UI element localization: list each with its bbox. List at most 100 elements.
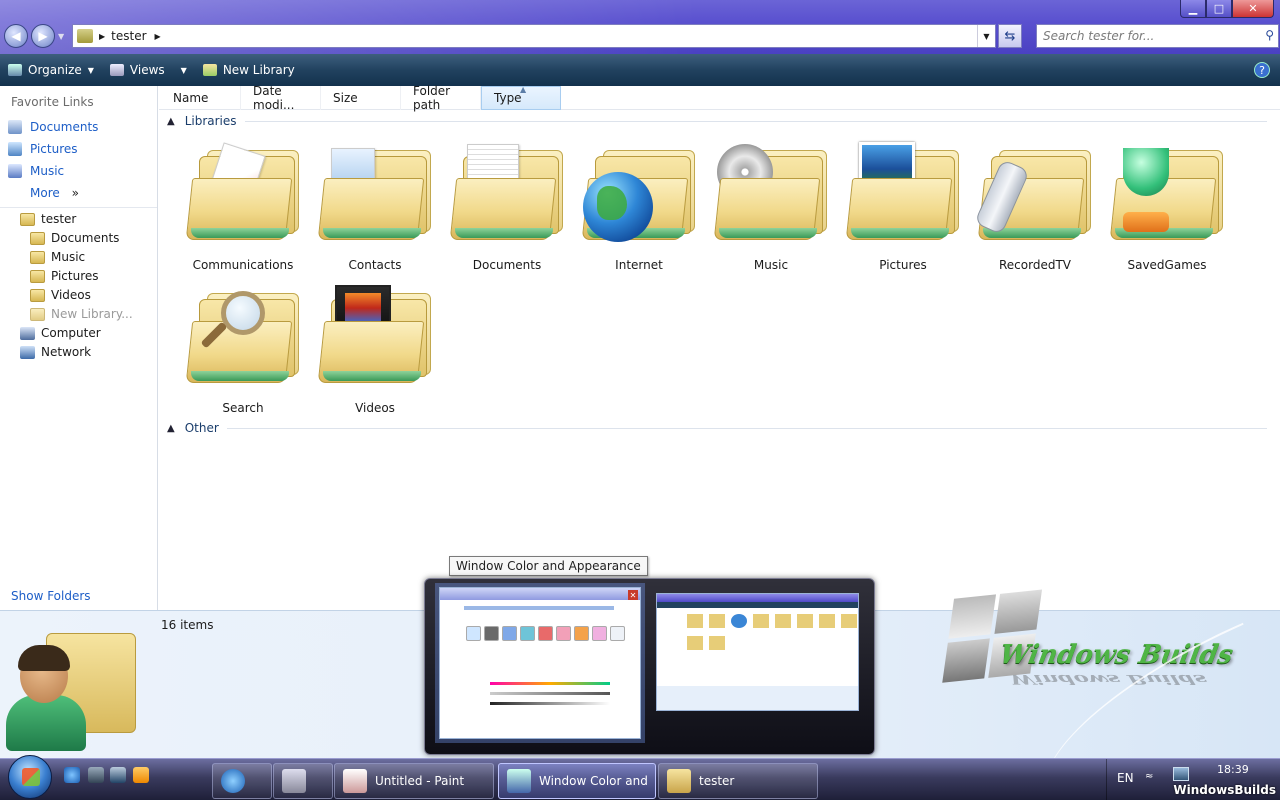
forward-button[interactable]: ▶ (31, 24, 55, 48)
start-button[interactable] (8, 755, 52, 799)
collapse-chevron-icon: ▲ (167, 422, 175, 434)
tree-item-videos[interactable]: Videos (30, 286, 91, 304)
switch-windows-icon[interactable] (110, 767, 126, 783)
library-tile-label: Search (222, 401, 264, 415)
column-header-type[interactable]: Type ▲ (481, 85, 561, 110)
recent-pages-dropdown[interactable]: ▼ (58, 32, 64, 41)
media-player-icon[interactable] (133, 767, 149, 783)
folder-icon (30, 288, 45, 302)
network-status-icon[interactable] (1173, 767, 1189, 781)
group-header-other[interactable]: ▲ Other (167, 421, 1267, 435)
breadcrumb-tester[interactable]: tester (111, 29, 146, 43)
column-header-folder-path[interactable]: Folder path (401, 84, 481, 112)
library-tile-label: Pictures (879, 258, 927, 272)
internet-library-icon (581, 142, 697, 242)
organize-button[interactable]: Organize ▼ (0, 54, 102, 86)
library-tile-label: Contacts (348, 258, 402, 272)
search-library-icon (185, 285, 301, 385)
savedgames-library-icon (1109, 142, 1225, 242)
network-icon (20, 345, 35, 359)
library-tile-label: RecordedTV (999, 258, 1071, 272)
taskbar-button-window-color[interactable]: Window Color and (498, 763, 656, 799)
more-link[interactable]: More » (30, 186, 79, 200)
help-button[interactable]: ? (1254, 62, 1270, 78)
address-dropdown-icon[interactable]: ▼ (977, 25, 995, 47)
views-icon (109, 64, 124, 76)
tree-item-new-library[interactable]: New Library... (30, 305, 133, 323)
tree-item-network[interactable]: Network (20, 343, 91, 361)
taskbar-button-label: Window Color and (539, 774, 648, 788)
nav-divider (0, 207, 157, 208)
tree-item-label: Videos (51, 288, 91, 302)
thumbnail-close-icon[interactable]: ✕ (628, 590, 638, 600)
show-hidden-icons-icon[interactable]: ≈ (1145, 771, 1153, 782)
internet-explorer-icon (221, 769, 245, 793)
views-button[interactable]: Views ▼ (102, 54, 195, 86)
column-header-name[interactable]: Name (159, 86, 241, 110)
favorite-link-music[interactable]: Music (8, 162, 64, 180)
library-tile-contacts[interactable]: Contacts (313, 142, 437, 282)
language-indicator[interactable]: EN (1117, 771, 1134, 785)
tree-item-label: Music (51, 250, 86, 264)
tree-item-music[interactable]: Music (30, 248, 85, 266)
clock[interactable]: 18:39 (1217, 763, 1249, 776)
windows-builds-logo: Windows Builds Windows Builds (940, 589, 1280, 798)
library-tile-internet[interactable]: Internet (577, 142, 701, 282)
search-placeholder: Search tester for... (1043, 29, 1155, 43)
library-tile-pictures[interactable]: Pictures (841, 142, 965, 282)
show-folders-link[interactable]: Show Folders (11, 589, 91, 603)
group-header-label: Libraries (184, 114, 237, 128)
taskbar-pinned-ie[interactable] (212, 763, 272, 799)
taskbar-button-paint[interactable]: Untitled - Paint (334, 763, 494, 799)
watermark-text: WindowsBuilds (1173, 783, 1276, 797)
favorite-links-header: Favorite Links (11, 95, 94, 109)
tree-item-tester[interactable]: tester (20, 210, 76, 228)
collapse-chevron-icon: ▲ (167, 115, 175, 127)
user-folder-large-icon (6, 633, 136, 753)
computer-icon (20, 326, 35, 340)
address-bar[interactable]: ▶ tester ▶ ▼ (72, 24, 996, 48)
back-button[interactable]: ◀ (4, 24, 28, 48)
thumbnail-window-color[interactable]: ✕ (439, 587, 641, 739)
videos-library-icon (317, 285, 433, 385)
tree-item-pictures[interactable]: Pictures (30, 267, 99, 285)
minimize-button[interactable]: ▁ (1180, 0, 1206, 18)
control-panel-icon (507, 769, 531, 793)
library-tile-videos[interactable]: Videos (313, 285, 437, 425)
more-label: More (30, 186, 60, 200)
item-count: 16 items (161, 618, 214, 632)
library-tile-music[interactable]: Music (709, 142, 833, 282)
tree-item-label: Computer (41, 326, 101, 340)
refresh-button[interactable]: ⇆ (998, 24, 1022, 48)
pictures-library-icon (845, 142, 961, 242)
taskbar-button-tester[interactable]: tester (658, 763, 818, 799)
library-tile-documents[interactable]: Documents (445, 142, 569, 282)
column-header-date-modified[interactable]: Date modi... (241, 84, 321, 112)
tree-item-computer[interactable]: Computer (20, 324, 101, 342)
search-icon[interactable]: ⚲ (1265, 28, 1274, 42)
library-tile-communications[interactable]: Communications (181, 142, 305, 282)
maximize-button[interactable]: □ (1206, 0, 1232, 18)
new-library-button[interactable]: New Library (195, 54, 303, 86)
new-library-label: New Library (222, 63, 295, 77)
favorite-link-documents[interactable]: Documents (8, 118, 98, 136)
column-headers: Name Date modi... Size Folder path Type … (159, 84, 1280, 112)
library-tile-savedgames[interactable]: SavedGames (1105, 142, 1229, 282)
internet-explorer-quicklaunch-icon[interactable] (64, 767, 80, 783)
folder-icon (30, 269, 45, 283)
taskbar-pinned-store[interactable] (273, 763, 333, 799)
chevron-down-icon: ▼ (180, 65, 187, 75)
library-tile-search[interactable]: Search (181, 285, 305, 425)
group-header-libraries[interactable]: ▲ Libraries (167, 114, 1267, 128)
breadcrumb-chevron-icon[interactable]: ▶ (155, 32, 161, 41)
tree-item-documents[interactable]: Documents (30, 229, 119, 247)
search-input[interactable]: Search tester for... ⚲ (1036, 24, 1279, 48)
close-button[interactable]: ✕ (1232, 0, 1274, 18)
thumbnail-tester-explorer[interactable] (656, 593, 859, 711)
favorite-link-pictures[interactable]: Pictures (8, 140, 78, 158)
column-header-size[interactable]: Size (321, 86, 401, 110)
color-swatches (466, 626, 625, 641)
show-desktop-icon[interactable] (88, 767, 104, 783)
breadcrumb-separator-icon: ▶ (99, 31, 106, 41)
library-tile-recordedtv[interactable]: RecordedTV (973, 142, 1097, 282)
